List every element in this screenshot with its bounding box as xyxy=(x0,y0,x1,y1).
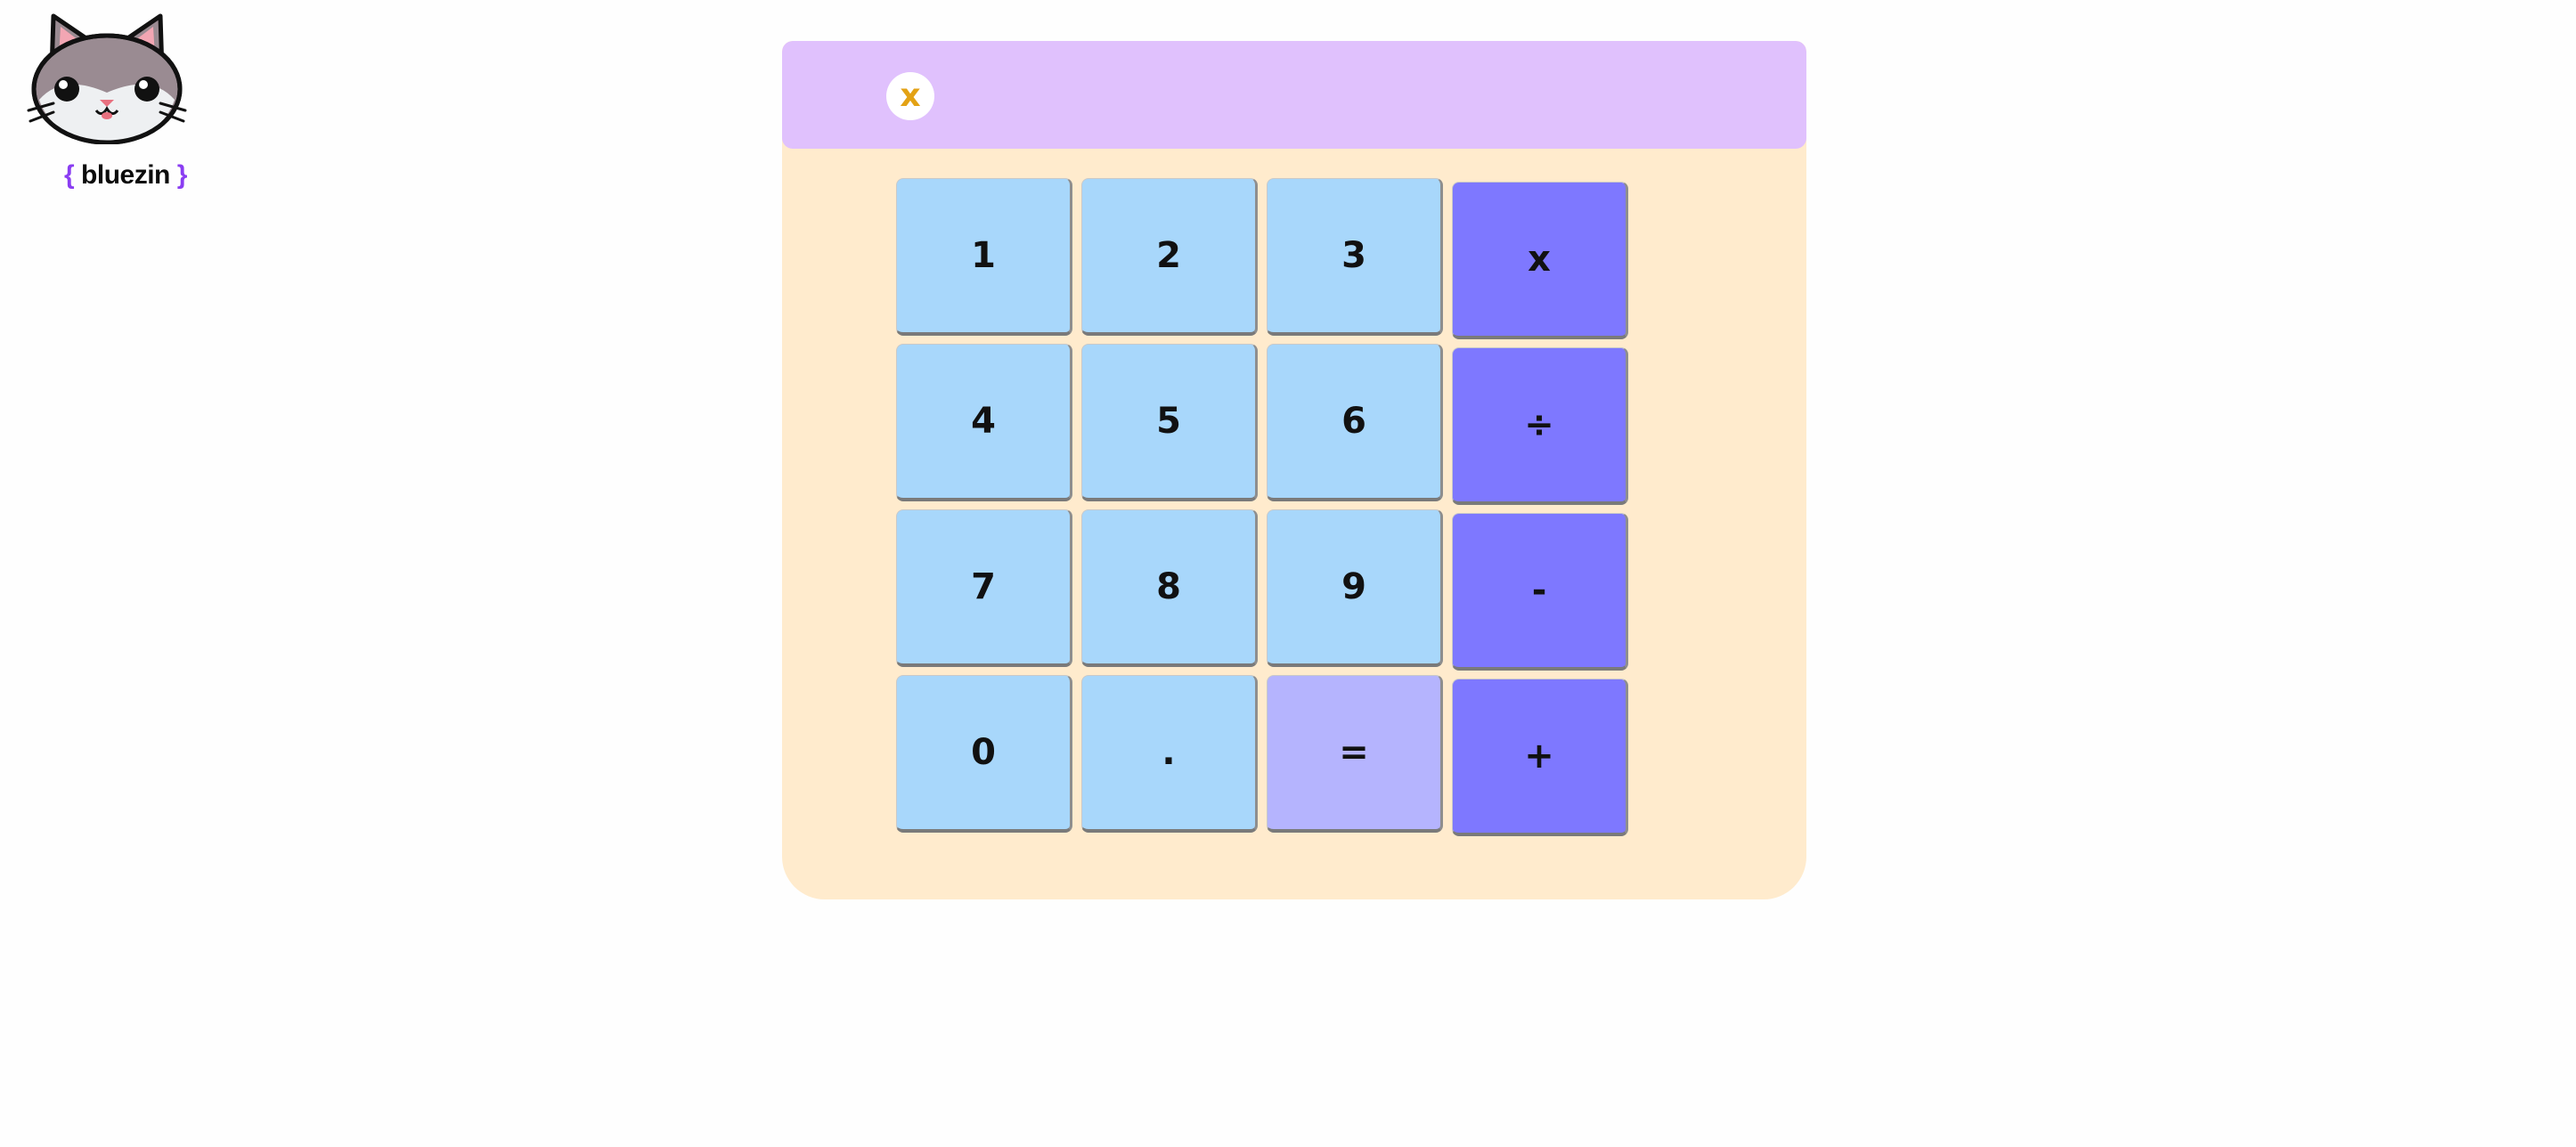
calculator-display: x xyxy=(782,41,1806,149)
key-9[interactable]: 9 xyxy=(1267,509,1443,667)
key-7[interactable]: 7 xyxy=(896,509,1072,667)
key-plus[interactable]: + xyxy=(1452,679,1628,836)
key-6[interactable]: 6 xyxy=(1267,344,1443,501)
calculator: x 1 2 3 x 4 5 6 ÷ 7 8 9 - 0 . = + xyxy=(782,41,1806,899)
key-minus[interactable]: - xyxy=(1452,513,1628,671)
key-decimal[interactable]: . xyxy=(1081,675,1258,833)
key-2[interactable]: 2 xyxy=(1081,178,1258,336)
key-divide[interactable]: ÷ xyxy=(1452,347,1628,505)
key-multiply[interactable]: x xyxy=(1452,182,1628,339)
key-equals[interactable]: = xyxy=(1267,675,1443,833)
keypad: 1 2 3 x 4 5 6 ÷ 7 8 9 - 0 . = + xyxy=(896,178,1628,836)
key-1[interactable]: 1 xyxy=(896,178,1072,336)
key-3[interactable]: 3 xyxy=(1267,178,1443,336)
key-4[interactable]: 4 xyxy=(896,344,1072,501)
display-value: x xyxy=(886,72,934,120)
cat-face-icon xyxy=(27,13,187,144)
key-0[interactable]: 0 xyxy=(896,675,1072,833)
key-5[interactable]: 5 xyxy=(1081,344,1258,501)
logo: { bluezin } xyxy=(27,11,187,190)
key-8[interactable]: 8 xyxy=(1081,509,1258,667)
brand-name: { bluezin } xyxy=(64,160,187,190)
